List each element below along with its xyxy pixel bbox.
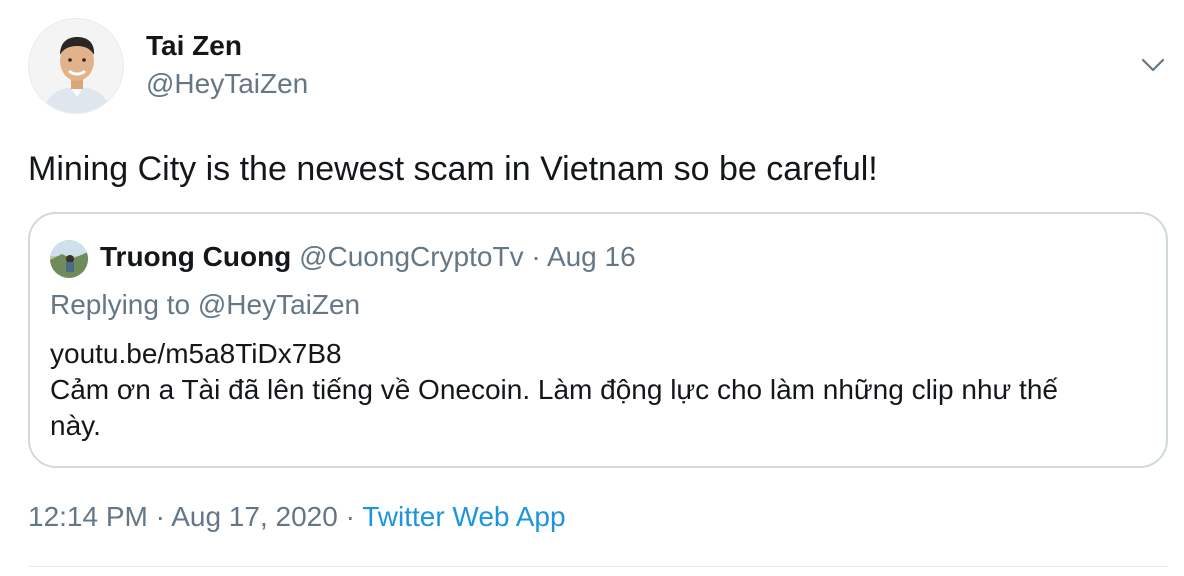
quoted-separator: · [531,241,541,272]
tweet-metadata: 12:14 PM · Aug 17, 2020 · Twitter Web Ap… [28,498,566,536]
quoted-replying-to: Replying to @HeyTaiZen [50,289,361,320]
author-handle[interactable]: @HeyTaiZen [146,68,308,100]
meta-separator: · [337,501,363,532]
quoted-tweet-card[interactable]: Truong Cuong @CuongCryptoTv · Aug 16 Rep… [28,212,1168,468]
meta-separator: · [147,501,172,532]
tweet-time[interactable]: 12:14 PM [28,501,148,532]
quoted-author-avatar[interactable] [50,240,88,278]
chevron-down-icon[interactable] [1138,50,1168,80]
quoted-date[interactable]: Aug 16 [547,241,636,272]
quoted-text-line: này. [50,410,101,441]
tweet-text: Mining City is the newest scam in Vietna… [28,150,878,188]
quoted-author-name[interactable]: Truong Cuong [100,241,291,272]
tweet-source-link[interactable]: Twitter Web App [362,501,565,532]
quoted-text-line: Cảm ơn a Tài đã lên tiếng về Onecoin. Là… [50,374,1058,405]
quoted-author-handle[interactable]: @CuongCryptoTv [299,241,524,272]
quoted-tweet-text: youtu.be/m5a8TiDx7B8 Cảm ơn a Tài đã lên… [50,336,1150,444]
quoted-header: Truong Cuong @CuongCryptoTv · Aug 16 [100,238,636,276]
author-name[interactable]: Tai Zen [146,30,242,62]
divider [28,566,1168,567]
quoted-text-line: youtu.be/m5a8TiDx7B8 [50,338,342,369]
tweet-date[interactable]: Aug 17, 2020 [171,501,338,532]
author-avatar[interactable] [28,18,124,114]
